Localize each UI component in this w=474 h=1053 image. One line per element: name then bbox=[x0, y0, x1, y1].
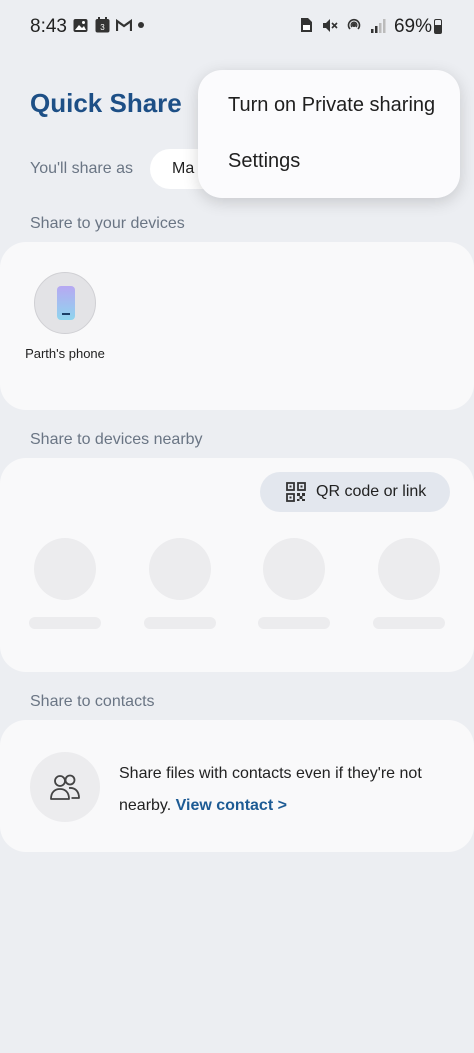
notification-dot-icon bbox=[138, 22, 144, 28]
your-devices-card: Parth's phone bbox=[0, 242, 474, 410]
share-as-value: Ma bbox=[172, 160, 195, 177]
status-time: 8:43 bbox=[30, 16, 67, 37]
section-label-nearby: Share to devices nearby bbox=[30, 431, 203, 448]
placeholder-device-avatar bbox=[378, 538, 440, 600]
section-label-contacts: Share to contacts bbox=[30, 693, 155, 710]
device-name: Parth's phone bbox=[25, 346, 105, 361]
placeholder-device-name bbox=[29, 617, 101, 629]
contacts-description: Share files with contacts even if they'r… bbox=[119, 758, 449, 822]
device-item[interactable]: Parth's phone bbox=[22, 272, 108, 361]
placeholder-device-avatar bbox=[263, 538, 325, 600]
overflow-menu: Turn on Private sharing Settings bbox=[198, 70, 460, 198]
placeholder-device-name bbox=[144, 617, 216, 629]
status-icons-right bbox=[298, 17, 386, 33]
calendar-icon: 3 bbox=[94, 17, 110, 33]
placeholder-device-avatar bbox=[34, 538, 96, 600]
battery-icon bbox=[434, 19, 442, 34]
device-avatar bbox=[34, 272, 96, 334]
status-bar: 8:43 3 69% bbox=[0, 0, 474, 54]
mute-icon bbox=[322, 17, 338, 33]
nearby-devices-card: QR code or link bbox=[0, 458, 474, 672]
page-title: Quick Share bbox=[30, 88, 182, 118]
placeholder-device-avatar bbox=[149, 538, 211, 600]
qr-code-button[interactable]: QR code or link bbox=[260, 472, 450, 512]
sim-icon bbox=[298, 17, 314, 33]
signal-icon bbox=[370, 17, 386, 33]
menu-item-private-sharing[interactable]: Turn on Private sharing bbox=[228, 94, 435, 117]
calendar-day: 3 bbox=[100, 23, 105, 32]
view-contact-link[interactable]: View contact > bbox=[176, 797, 287, 814]
qr-code-icon bbox=[286, 482, 306, 502]
people-icon bbox=[50, 774, 80, 800]
contacts-avatar bbox=[30, 752, 100, 822]
image-icon bbox=[72, 17, 88, 33]
placeholder-device-name bbox=[258, 617, 330, 629]
gmail-icon bbox=[116, 17, 132, 33]
contacts-card: Share files with contacts even if they'r… bbox=[0, 720, 474, 852]
menu-item-settings[interactable]: Settings bbox=[228, 150, 300, 173]
hotspot-icon bbox=[346, 17, 362, 33]
share-as-label: You'll share as bbox=[30, 160, 133, 177]
battery-percent: 69% bbox=[393, 16, 432, 37]
phone-icon bbox=[57, 286, 75, 320]
qr-code-label: QR code or link bbox=[316, 483, 427, 500]
status-icons-left: 3 bbox=[72, 17, 144, 33]
placeholder-device-name bbox=[373, 617, 445, 629]
section-label-your-devices: Share to your devices bbox=[30, 215, 185, 232]
